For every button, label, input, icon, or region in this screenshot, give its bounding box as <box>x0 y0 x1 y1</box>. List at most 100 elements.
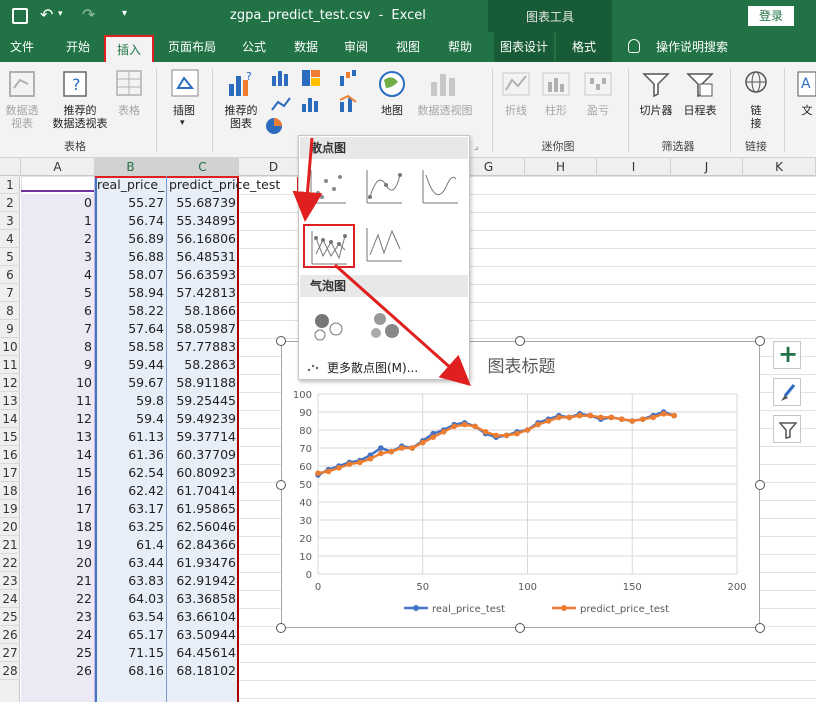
cell-a[interactable]: 26 <box>21 662 95 680</box>
pivot-table-icon[interactable] <box>8 70 36 98</box>
cell-a[interactable]: 7 <box>21 320 95 338</box>
cell-c[interactable]: 58.2863 <box>167 356 239 374</box>
cell-b[interactable]: 62.54 <box>95 464 167 482</box>
resize-handle-br[interactable] <box>755 623 765 633</box>
more-scatter-charts[interactable]: 更多散点图(M)... <box>305 358 465 376</box>
resize-handle-tr[interactable] <box>755 336 765 346</box>
link-icon[interactable] <box>742 70 770 98</box>
row-header[interactable]: 18 <box>0 482 20 500</box>
resize-handle-bl[interactable] <box>276 623 286 633</box>
cell-a[interactable]: 19 <box>21 536 95 554</box>
sparkline-line-icon[interactable] <box>502 72 530 96</box>
cell-b[interactable]: 63.54 <box>95 608 167 626</box>
row-header[interactable]: 25 <box>0 608 20 626</box>
cell-b[interactable]: 56.89 <box>95 230 167 248</box>
cell-c[interactable]: 61.95865 <box>167 500 239 518</box>
tab-page-layout[interactable]: 页面布局 <box>160 32 224 62</box>
cell-c[interactable]: 55.68739 <box>167 194 239 212</box>
tab-formulas[interactable]: 公式 <box>234 32 274 62</box>
chart-elements-button[interactable]: + <box>773 340 801 369</box>
cell-b[interactable]: 58.94 <box>95 284 167 302</box>
row-header[interactable]: 7 <box>0 284 20 302</box>
pivot-chart-label[interactable]: 数据透视图 <box>414 104 476 117</box>
cell-c[interactable]: 58.91188 <box>167 374 239 392</box>
link-label[interactable]: 链 接 <box>744 104 768 130</box>
row-header[interactable]: 21 <box>0 536 20 554</box>
row-header[interactable]: 9 <box>0 320 20 338</box>
cell-b[interactable]: 68.16 <box>95 662 167 680</box>
resize-handle-mr[interactable] <box>755 480 765 490</box>
cell-b[interactable]: 59.67 <box>95 374 167 392</box>
cell-c[interactable]: 58.05987 <box>167 320 239 338</box>
row-header[interactable]: 12 <box>0 374 20 392</box>
cell-c[interactable]: 57.77883 <box>167 338 239 356</box>
pie-chart-icon[interactable] <box>264 116 284 136</box>
row-header[interactable]: 3 <box>0 212 20 230</box>
scatter-smooth-option[interactable] <box>419 166 463 208</box>
chart-filters-button[interactable] <box>773 415 801 443</box>
text-icon[interactable]: A <box>796 70 816 98</box>
login-button[interactable]: 登录 <box>748 6 794 26</box>
resize-handle-tm[interactable] <box>515 336 525 346</box>
row-header[interactable]: 13 <box>0 392 20 410</box>
cell-a[interactable]: 4 <box>21 266 95 284</box>
cell-b[interactable]: 59.44 <box>95 356 167 374</box>
slicer-icon[interactable] <box>642 70 670 98</box>
col-header-h[interactable]: H <box>525 158 597 176</box>
text-label[interactable]: 文 <box>798 104 816 117</box>
chart-styles-button[interactable] <box>773 378 801 406</box>
col-header-b[interactable]: B <box>95 158 167 176</box>
combo-chart-icon[interactable] <box>338 94 360 114</box>
cell-a[interactable]: 5 <box>21 284 95 302</box>
cell-b[interactable]: 63.17 <box>95 500 167 518</box>
cell-a[interactable]: 24 <box>21 626 95 644</box>
statistic-chart-icon[interactable] <box>300 94 322 114</box>
slicer-label[interactable]: 切片器 <box>636 104 676 117</box>
cell-a[interactable]: 12 <box>21 410 95 428</box>
tab-insert[interactable]: 插入 <box>104 35 154 62</box>
cell-a[interactable]: 22 <box>21 590 95 608</box>
sparkline-column-icon[interactable] <box>542 72 570 96</box>
redo-icon[interactable]: ↷ <box>82 5 95 24</box>
scatter-straight-option[interactable] <box>363 224 407 266</box>
customize-qat-icon[interactable]: ▾ <box>122 8 127 19</box>
row-header[interactable]: 2 <box>0 194 20 212</box>
sparkline-winloss-label[interactable]: 盈亏 <box>582 104 614 117</box>
plot-area[interactable]: 0 10 20 30 40 50 60 70 80 90 100 0 50 100 150 200 real_p… <box>282 382 761 622</box>
cell-c[interactable]: 59.37714 <box>167 428 239 446</box>
cell-a[interactable]: 25 <box>21 644 95 662</box>
scatter-markers-option[interactable] <box>307 166 351 208</box>
row-header[interactable]: 20 <box>0 518 20 536</box>
col-header-a[interactable]: A <box>21 158 95 176</box>
tab-chart-design[interactable]: 图表设计 <box>494 32 554 62</box>
cell-c[interactable]: 61.93476 <box>167 554 239 572</box>
row-header[interactable]: 4 <box>0 230 20 248</box>
pivot-table-label[interactable]: 数据透 视表 <box>0 104 44 130</box>
cell-c[interactable]: 55.34895 <box>167 212 239 230</box>
scatter-straight-markers-option[interactable] <box>303 224 355 268</box>
col-header-k[interactable]: K <box>743 158 816 176</box>
cell-b[interactable]: 62.42 <box>95 482 167 500</box>
cell-c[interactable]: 59.49239 <box>167 410 239 428</box>
maps-label[interactable]: 地图 <box>372 104 412 117</box>
undo-icon[interactable]: ↶ <box>40 5 53 24</box>
illustrations-label[interactable]: 插图 <box>164 104 204 117</box>
pivot-chart-icon[interactable] <box>428 70 458 98</box>
cell-b[interactable]: 65.17 <box>95 626 167 644</box>
cell-c[interactable]: 58.1866 <box>167 302 239 320</box>
row-header[interactable]: 10 <box>0 338 20 356</box>
tab-help[interactable]: 帮助 <box>440 32 480 62</box>
resize-handle-tl[interactable] <box>276 336 286 346</box>
tab-format[interactable]: 格式 <box>556 32 612 62</box>
bubble-3d-option[interactable] <box>363 304 407 346</box>
line-chart-icon[interactable] <box>270 94 292 114</box>
tell-me-search[interactable]: 操作说明搜索 <box>650 32 734 62</box>
cell-a[interactable]: 1 <box>21 212 95 230</box>
cell-b[interactable]: 71.15 <box>95 644 167 662</box>
maps-icon[interactable] <box>378 70 406 98</box>
timeline-icon[interactable] <box>686 70 714 98</box>
cell-c[interactable]: 60.80923 <box>167 464 239 482</box>
cell-a[interactable]: 16 <box>21 482 95 500</box>
row-header[interactable]: 8 <box>0 302 20 320</box>
cell-b[interactable]: 56.74 <box>95 212 167 230</box>
